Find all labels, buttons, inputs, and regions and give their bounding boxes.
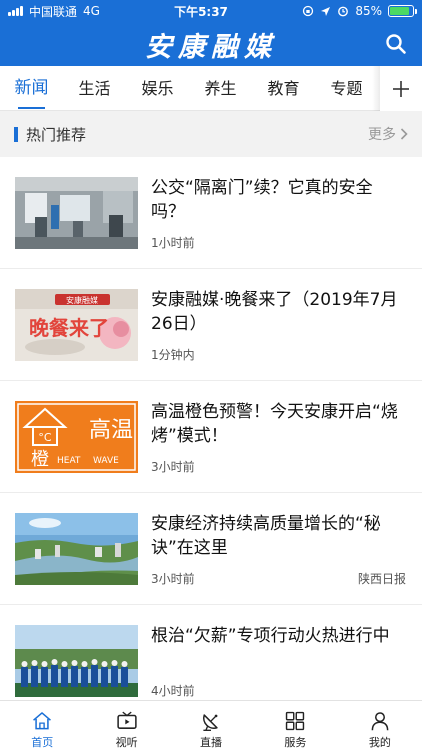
rotation-lock-icon [303,5,314,17]
nav-video[interactable]: 视听 [84,701,168,750]
network-label: 4G [83,4,100,18]
news-item[interactable]: °C 高温 橙 HEAT WAVE 高温橙色预警！今天安康开启“烧烤”模式！ 3… [0,381,422,493]
app-bar: 安康融媒 [0,22,422,66]
battery-percent: 85% [355,4,382,18]
news-time: 3小时前 [151,460,195,474]
warning-wave: WAVE [93,456,119,466]
add-tab-button[interactable] [380,66,422,111]
news-thumbnail: 安康融媒 晚餐来了 [15,289,138,361]
news-item[interactable]: 安康融媒 晚餐来了 安康融媒·晚餐来了（2019年7月26日） 1分钟内 [0,269,422,381]
news-title: 安康融媒·晚餐来了（2019年7月26日） [151,290,398,334]
bottom-nav: 首页 视听 直播 服务 我的 [0,700,422,750]
news-thumbnail: °C 高温 橙 HEAT WAVE [15,401,138,473]
tab-topics[interactable]: 专题 [315,66,378,111]
news-source: 陕西日报 [357,572,406,586]
section-title: 热门推荐 [26,125,87,144]
nav-live[interactable]: 直播 [169,701,253,750]
signal-icon [8,6,23,16]
grid-icon [286,711,305,731]
news-thumbnail [15,625,138,697]
news-thumbnail [15,513,138,585]
app-title: 安康融媒 [145,31,277,63]
news-time: 3小时前 [151,572,195,586]
tab-health[interactable]: 养生 [189,66,252,111]
category-tabs: 新闻 生活 娱乐 养生 教育 专题 [0,66,422,111]
tv-icon [116,711,137,729]
plus-icon [393,80,409,97]
more-label: 更多 [368,127,396,143]
news-title: 安康经济持续高质量增长的“秘诀”在这里 [151,514,381,558]
battery-icon [388,5,417,17]
satellite-dish-icon [203,714,218,731]
alarm-icon [338,6,349,17]
nav-home-label: 首页 [31,736,54,749]
nav-live-label: 直播 [200,736,223,749]
more-link[interactable]: 更多 [368,124,408,144]
warning-temp: °C [38,431,52,444]
location-icon [321,6,331,16]
news-title: 根治“欠薪”专项行动火热进行中 [151,626,390,646]
section-header: 热门推荐 更多 [0,111,422,157]
carrier-label: 中国联通 [29,4,78,19]
search-icon[interactable] [384,32,408,56]
section-marker [14,126,18,142]
news-thumbnail [15,177,138,249]
news-title: 公交“隔离门”续？它真的安全吗？ [151,178,373,222]
nav-video-label: 视听 [115,736,138,749]
dinner-banner-text: 安康融媒 [66,295,98,305]
warning-orange: 橙 [31,449,49,470]
nav-profile-label: 我的 [368,736,391,749]
warning-heat: HEAT [57,456,81,466]
nav-home[interactable]: 首页 [0,701,84,750]
news-list: 公交“隔离门”续？它真的安全吗？ 1小时前 安康融媒 晚餐来了 安康融媒·晚餐来… [0,157,422,717]
tabs-divider [372,66,380,111]
warning-label: 高温 [89,418,133,443]
chevron-right-icon [400,128,408,140]
news-title: 高温橙色预警！今天安康开启“烧烤”模式！ [151,402,398,446]
nav-profile[interactable]: 我的 [338,701,422,750]
tab-entertainment[interactable]: 娱乐 [126,66,189,111]
nav-services[interactable]: 服务 [253,701,337,750]
status-time: 下午5:37 [174,4,228,19]
tab-life[interactable]: 生活 [63,66,126,111]
home-icon [33,712,52,730]
news-time: 1分钟内 [151,348,195,362]
dinner-text: 晚餐来了 [29,316,109,340]
tab-education[interactable]: 教育 [252,66,315,111]
tab-news[interactable]: 新闻 [0,66,63,111]
news-time: 4小时前 [151,684,195,698]
status-bar: 中国联通 4G 下午5:37 85% [0,0,422,22]
header: 中国联通 4G 下午5:37 85% 安康融媒 [0,0,422,66]
news-time: 1小时前 [151,236,195,250]
news-item[interactable]: 安康经济持续高质量增长的“秘诀”在这里 3小时前 陕西日报 [0,493,422,605]
user-icon [371,712,389,731]
nav-services-label: 服务 [284,736,307,749]
news-item[interactable]: 公交“隔离门”续？它真的安全吗？ 1小时前 [0,157,422,269]
